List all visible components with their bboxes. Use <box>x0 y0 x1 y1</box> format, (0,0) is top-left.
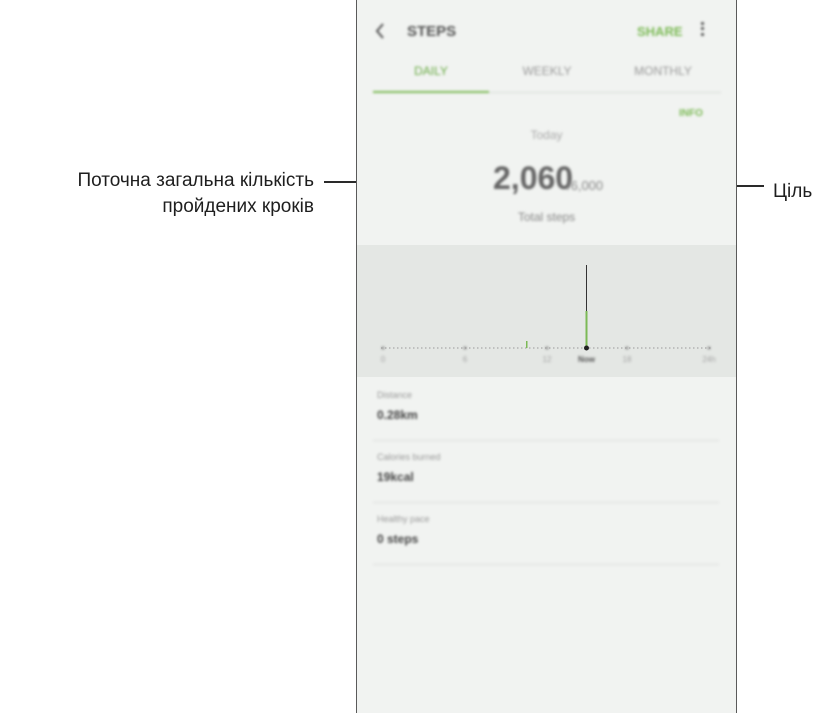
app-bar: STEPS SHARE <box>357 14 736 50</box>
phone-screen: STEPS SHARE DAILY WEEKLY MONTHLY INFO To… <box>356 0 737 713</box>
callout-current-steps-line1: Поточна загальна кількість <box>77 170 314 191</box>
stat-value: 0.28km <box>377 408 418 422</box>
tab-weekly[interactable]: WEEKLY <box>489 64 605 78</box>
callout-current-steps-line2: пройдених кроків <box>162 196 314 217</box>
day-label: Today <box>530 128 563 142</box>
axis-ticks: 0 6 12 Now 18 24h <box>381 346 716 364</box>
total-steps-label: Total steps <box>517 210 576 224</box>
period-tabs: DAILY WEEKLY MONTHLY <box>373 58 721 93</box>
axis-label: 6 <box>463 355 468 364</box>
stat-value: 19kcal <box>377 470 414 484</box>
callout-goal: Ціль <box>773 181 813 202</box>
stat-label: Calories burned <box>377 452 441 462</box>
stat-label: Healthy pace <box>377 514 430 524</box>
axis-label: 18 <box>623 355 632 364</box>
axis-label-now: Now <box>578 355 596 364</box>
current-step-count: 2,060 <box>493 160 574 196</box>
axis-tick-dot <box>545 346 549 350</box>
step-goal: /6,000 <box>567 178 604 193</box>
tab-daily[interactable]: DAILY <box>373 64 489 78</box>
share-button[interactable]: SHARE <box>637 24 683 39</box>
hourly-steps-chart: 0 6 12 Now 18 24h <box>357 245 736 377</box>
axis-label: 12 <box>543 355 552 364</box>
stat-healthy-pace: Healthy pace 0 steps <box>373 502 719 565</box>
now-marker-dot <box>584 345 589 351</box>
callout-current-steps: Поточна загальна кількість пройдених кро… <box>0 168 314 220</box>
back-arrow-icon[interactable] <box>372 20 390 42</box>
page-title: STEPS <box>407 23 457 40</box>
axis-tick-dot <box>625 346 629 350</box>
stat-distance: Distance 0.28km <box>373 378 719 441</box>
hour-bar-early <box>526 341 528 348</box>
axis-tick-dot <box>381 346 385 350</box>
axis-label: 24h <box>702 355 715 364</box>
active-tab-indicator <box>373 91 489 93</box>
stat-label: Distance <box>377 390 413 400</box>
more-options-icon[interactable] <box>697 19 707 41</box>
chart-canvas: 0 6 12 Now 18 24h <box>381 265 716 364</box>
hour-bar-current <box>585 311 588 348</box>
goal-badge[interactable]: INFO <box>679 108 703 119</box>
axis-label: 0 <box>381 355 386 364</box>
stat-value: 0 steps <box>377 532 419 546</box>
stat-calories: Calories burned 19kcal <box>373 440 719 503</box>
axis-tick-dot <box>707 346 711 350</box>
axis-tick-dot <box>463 346 467 350</box>
tab-monthly[interactable]: MONTHLY <box>605 64 721 78</box>
